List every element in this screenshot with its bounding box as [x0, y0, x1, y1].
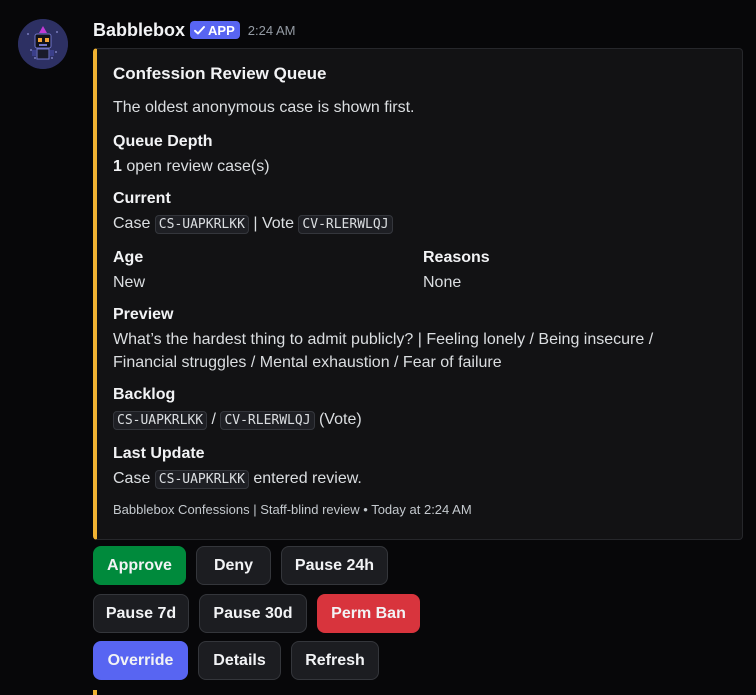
- refresh-button[interactable]: Refresh: [291, 641, 379, 680]
- field-backlog-value: CS-UAPKRLKK / CV-RLERWLQJ (Vote): [113, 408, 362, 432]
- message-timestamp[interactable]: 2:24 AM: [248, 23, 296, 38]
- embed-description: The oldest anonymous case is shown first…: [113, 99, 415, 116]
- check-icon: [194, 25, 206, 34]
- app-badge-label: APP: [208, 22, 235, 38]
- field-queue-depth-value: 1 open review case(s): [113, 155, 270, 178]
- override-button[interactable]: Override: [93, 641, 188, 680]
- avatar[interactable]: [18, 19, 68, 69]
- pause-30d-button[interactable]: Pause 30d: [199, 594, 307, 633]
- pause-7d-button[interactable]: Pause 7d: [93, 594, 189, 633]
- last-update-case-id: CS-UAPKRLKK: [154, 470, 249, 489]
- review-queue-embed: Confession Review Queue The oldest anony…: [93, 48, 743, 540]
- field-current-value: Case CS-UAPKRLKK | Vote CV-RLERWLQJ: [113, 212, 393, 236]
- embed-title: Confession Review Queue: [113, 64, 327, 83]
- field-current-name: Current: [113, 190, 171, 207]
- backlog-suffix: (Vote): [314, 411, 362, 428]
- message-header: Babblebox APP 2:24 AM: [93, 19, 295, 41]
- backlog-separator: /: [207, 411, 221, 428]
- perm-ban-button[interactable]: Perm Ban: [317, 594, 420, 633]
- backlog-vote-id: CV-RLERWLQJ: [220, 411, 315, 430]
- field-reasons-value: None: [423, 274, 462, 291]
- field-preview-line-2: Financial struggles / Mental exhaustion …: [113, 354, 502, 371]
- pause-24h-button[interactable]: Pause 24h: [281, 546, 388, 585]
- queue-count: 1: [113, 158, 122, 175]
- last-update-prefix: Case: [113, 470, 155, 487]
- author-name[interactable]: Babblebox: [93, 20, 185, 41]
- details-button[interactable]: Details: [198, 641, 281, 680]
- field-preview-name: Preview: [113, 306, 174, 323]
- field-age-value: New: [113, 274, 146, 291]
- field-backlog-name: Backlog: [113, 386, 176, 403]
- next-embed-edge: [93, 690, 97, 695]
- current-case-prefix: Case: [113, 215, 155, 232]
- field-queue-depth-name: Queue Depth: [113, 133, 213, 150]
- backlog-case-id: CS-UAPKRLKK: [113, 411, 208, 430]
- approve-button[interactable]: Approve: [93, 546, 186, 585]
- current-separator: | Vote: [248, 215, 299, 232]
- last-update-suffix: entered review.: [248, 470, 362, 487]
- current-vote-id: CV-RLERWLQJ: [298, 215, 393, 234]
- field-last-update-name: Last Update: [113, 445, 205, 462]
- field-age-name: Age: [113, 249, 144, 266]
- field-last-update-value: Case CS-UAPKRLKK entered review.: [113, 467, 362, 491]
- deny-button[interactable]: Deny: [196, 546, 271, 585]
- embed-footer: Babblebox Confessions | Staff-blind revi…: [113, 502, 472, 517]
- queue-count-suffix: open review case(s): [121, 158, 270, 175]
- app-badge: APP: [190, 21, 240, 39]
- robot-icon: [18, 19, 68, 69]
- field-reasons-name: Reasons: [423, 249, 490, 266]
- current-case-id: CS-UAPKRLKK: [154, 215, 249, 234]
- field-preview-line-1: What’s the hardest thing to admit public…: [113, 331, 654, 348]
